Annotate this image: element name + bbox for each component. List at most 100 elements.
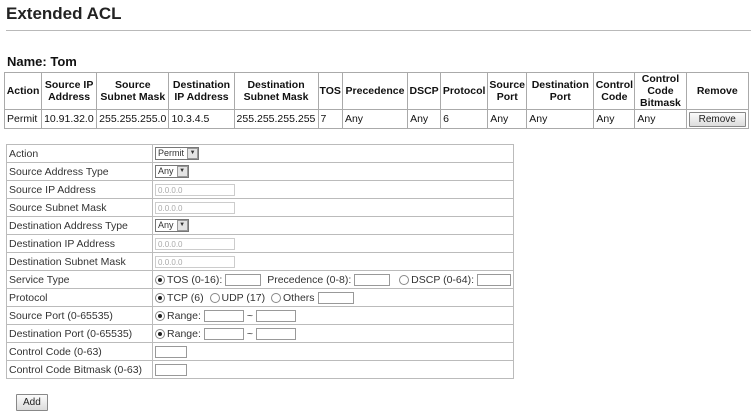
form-row-dst-mask: Destination Subnet Mask 0.0.0.0 bbox=[5, 252, 514, 271]
control-bitmask-label: Control Code Bitmask (0-63) bbox=[5, 360, 154, 379]
cell-remove: Remove bbox=[685, 109, 749, 129]
destination-address-type-label: Destination Address Type bbox=[5, 216, 154, 235]
form-row-src-mask: Source Subnet Mask 0.0.0.0 bbox=[5, 198, 514, 217]
col-source-ip: Source IP Address bbox=[41, 72, 98, 110]
acl-rules-table: Action Source IP Address Source Subnet M… bbox=[3, 72, 749, 129]
source-mask-label: Source Subnet Mask bbox=[5, 198, 154, 217]
cell-destination-port: Any bbox=[526, 109, 595, 129]
source-port-label: Source Port (0-65535) bbox=[5, 306, 154, 325]
source-ip-label: Source IP Address bbox=[5, 180, 154, 199]
dscp-label: DSCP (0-64): bbox=[411, 273, 474, 286]
cell-source-mask: 255.255.255.0 bbox=[96, 109, 170, 129]
chevron-down-icon: ▼ bbox=[187, 148, 199, 159]
form-row-dst-addr-type: Destination Address Type Any ▼ bbox=[5, 216, 514, 235]
action-select-value: Permit bbox=[158, 148, 185, 158]
dscp-radio[interactable] bbox=[399, 274, 410, 285]
remove-button[interactable]: Remove bbox=[688, 111, 746, 127]
others-label: Others bbox=[283, 291, 315, 304]
page-title: Extended ACL bbox=[6, 4, 122, 23]
cell-control-bitmask: Any bbox=[634, 109, 687, 129]
col-remove: Remove bbox=[685, 72, 749, 110]
source-port-start-input[interactable] bbox=[203, 309, 244, 322]
source-port-separator: ~ bbox=[246, 309, 253, 322]
table-header-row: Action Source IP Address Source Subnet M… bbox=[3, 72, 749, 110]
destination-port-range-label: Range: bbox=[167, 327, 201, 340]
title-divider bbox=[6, 30, 751, 31]
source-port-end-input[interactable] bbox=[255, 309, 296, 322]
source-address-type-label: Source Address Type bbox=[5, 162, 154, 181]
destination-mask-label: Destination Subnet Mask bbox=[5, 252, 154, 271]
precedence-input[interactable] bbox=[354, 273, 391, 286]
tcp-label: TCP (6) bbox=[167, 291, 204, 304]
form-row-dst-ip: Destination IP Address 0.0.0.0 bbox=[5, 234, 514, 253]
control-bitmask-input[interactable] bbox=[155, 363, 188, 376]
cell-source-ip: 10.91.32.0 bbox=[41, 109, 98, 129]
form-row-src-ip: Source IP Address 0.0.0.0 bbox=[5, 180, 514, 199]
tos-radio[interactable] bbox=[155, 274, 166, 285]
cell-dscp: Any bbox=[407, 109, 442, 129]
source-address-type-select[interactable]: Any ▼ bbox=[155, 165, 189, 178]
form-row-service-type: Service Type TOS (0-16): Precedence (0-8… bbox=[5, 270, 514, 289]
cell-source-port: Any bbox=[487, 109, 528, 129]
udp-label: UDP (17) bbox=[221, 291, 266, 304]
form-row-control-bitmask: Control Code Bitmask (0-63) bbox=[5, 360, 514, 379]
cell-protocol: 6 bbox=[440, 109, 489, 129]
form-row-control-code: Control Code (0-63) bbox=[5, 342, 514, 361]
col-destination-ip: Destination IP Address bbox=[168, 72, 235, 110]
control-code-input[interactable] bbox=[155, 345, 188, 358]
col-destination-port: Destination Port bbox=[526, 72, 595, 110]
add-button[interactable]: Add bbox=[16, 394, 48, 411]
col-control-bitmask: Control Code Bitmask bbox=[634, 72, 687, 110]
table-row: Permit 10.91.32.0 255.255.255.0 10.3.4.5… bbox=[3, 109, 749, 129]
destination-ip-label: Destination IP Address bbox=[5, 234, 154, 253]
source-ip-input[interactable]: 0.0.0.0 bbox=[155, 183, 236, 196]
cell-action: Permit bbox=[3, 109, 43, 129]
col-source-mask: Source Subnet Mask bbox=[96, 72, 170, 110]
col-precedence: Precedence bbox=[341, 72, 409, 110]
control-code-label: Control Code (0-63) bbox=[5, 342, 154, 361]
col-destination-mask: Destination Subnet Mask bbox=[233, 72, 319, 110]
tos-input[interactable] bbox=[225, 273, 262, 286]
destination-port-separator: ~ bbox=[246, 327, 253, 340]
destination-ip-input[interactable]: 0.0.0.0 bbox=[155, 237, 236, 250]
cell-destination-mask: 255.255.255.255 bbox=[233, 109, 319, 129]
chevron-down-icon: ▼ bbox=[176, 166, 188, 177]
tcp-radio[interactable] bbox=[155, 292, 166, 303]
destination-address-type-value: Any bbox=[158, 220, 174, 230]
cell-precedence: Any bbox=[341, 109, 409, 129]
destination-port-start-input[interactable] bbox=[203, 327, 244, 340]
cell-destination-ip: 10.3.4.5 bbox=[168, 109, 235, 129]
col-tos: TOS bbox=[317, 72, 343, 110]
col-source-port: Source Port bbox=[487, 72, 528, 110]
action-label: Action bbox=[5, 144, 154, 163]
action-select[interactable]: Permit ▼ bbox=[155, 147, 200, 160]
source-mask-input[interactable]: 0.0.0.0 bbox=[155, 201, 236, 214]
dscp-input[interactable] bbox=[477, 273, 511, 286]
cell-control-code: Any bbox=[593, 109, 636, 129]
form-row-protocol: Protocol TCP (6) UDP (17) Others bbox=[5, 288, 514, 307]
cell-tos: 7 bbox=[317, 109, 343, 129]
chevron-down-icon: ▼ bbox=[176, 220, 188, 231]
form-row-src-port: Source Port (0-65535) Range: ~ bbox=[5, 306, 514, 325]
acl-name: Name: Tom bbox=[7, 54, 77, 69]
protocol-others-input[interactable] bbox=[317, 291, 354, 304]
destination-port-label: Destination Port (0-65535) bbox=[5, 324, 154, 343]
col-dscp: DSCP bbox=[407, 72, 442, 110]
col-action: Action bbox=[3, 72, 43, 110]
col-protocol: Protocol bbox=[440, 72, 489, 110]
service-type-label: Service Type bbox=[5, 270, 154, 289]
destination-port-range-radio[interactable] bbox=[155, 328, 166, 339]
source-address-type-value: Any bbox=[158, 166, 174, 176]
others-radio[interactable] bbox=[271, 292, 282, 303]
precedence-label: Precedence (0-8): bbox=[267, 273, 352, 286]
source-port-range-radio[interactable] bbox=[155, 310, 166, 321]
source-port-range-label: Range: bbox=[167, 309, 201, 322]
destination-address-type-select[interactable]: Any ▼ bbox=[155, 219, 189, 232]
udp-radio[interactable] bbox=[209, 292, 220, 303]
col-control-code: Control Code bbox=[593, 72, 636, 110]
protocol-label: Protocol bbox=[5, 288, 154, 307]
destination-mask-input[interactable]: 0.0.0.0 bbox=[155, 255, 236, 268]
tos-label: TOS (0-16): bbox=[167, 273, 223, 286]
destination-port-end-input[interactable] bbox=[255, 327, 296, 340]
form-row-src-addr-type: Source Address Type Any ▼ bbox=[5, 162, 514, 181]
